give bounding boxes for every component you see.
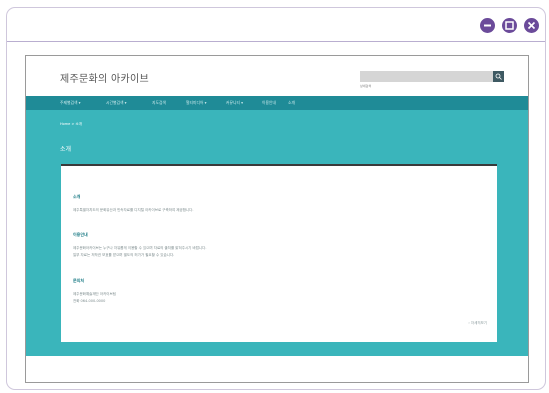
close-button[interactable]	[524, 18, 539, 33]
section-body: 전화 064-000-0000	[73, 299, 106, 303]
minimize-button[interactable]	[480, 18, 495, 33]
section-body: 일부 자료는 저작권 보호를 받으며 별도의 허가가 필요할 수 있습니다.	[73, 253, 175, 257]
nav-item-time[interactable]: 시간별검색 ▾	[106, 100, 127, 106]
section-body: 제주문화아카이브는 누구나 자유롭게 이용할 수 있으며 자료의 출처를 밝혀주…	[73, 246, 207, 250]
search-input[interactable]	[360, 71, 493, 82]
section-title: 이용안내	[73, 232, 88, 237]
section-title: 문의처	[73, 278, 85, 283]
website-screenshot: 제주문화의 아카이브 상세검색 주제별검색 ▾ 시간별검색 ▾ 지도검색 멀티미…	[25, 55, 529, 383]
site-footer	[26, 356, 528, 382]
nav-item-guide[interactable]: 이용안내	[262, 100, 276, 106]
maximize-button[interactable]	[502, 18, 517, 33]
breadcrumb[interactable]: Home > 소개	[60, 122, 82, 127]
window-frame: 제주문화의 아카이브 상세검색 주제별검색 ▾ 시간별검색 ▾ 지도검색 멀티미…	[6, 7, 546, 390]
advanced-search-link[interactable]: 상세검색	[360, 84, 371, 88]
window-titlebar	[7, 8, 545, 42]
search-button[interactable]	[493, 71, 504, 82]
more-link[interactable]: › 자세히보기	[468, 321, 487, 326]
site-header: 제주문화의 아카이브 상세검색	[26, 56, 528, 96]
section-body: 제주문화예술재단 아카이브팀	[73, 292, 116, 296]
search-icon	[495, 73, 502, 80]
section-body: 제주특별자치도의 문화유산과 민속자료를 디지털 아카이브로 구축하여 제공합니…	[73, 208, 194, 212]
minimize-icon	[484, 24, 491, 27]
nav-item-multimedia[interactable]: 멀티미디어 ▾	[186, 100, 207, 106]
content-area: Home > 소개 소개 소개 제주특별자치도의 문화유산과 민속자료를 디지털…	[26, 110, 528, 356]
maximize-icon	[505, 21, 514, 30]
section-title: 소개	[73, 194, 81, 199]
nav-item-subject[interactable]: 주제별검색 ▾	[60, 100, 81, 106]
main-nav: 주제별검색 ▾ 시간별검색 ▾ 지도검색 멀티미디어 ▾ 커뮤니티 ▾ 이용안내…	[26, 96, 528, 110]
close-icon	[527, 21, 536, 30]
nav-item-community[interactable]: 커뮤니티 ▾	[226, 100, 243, 106]
nav-item-about[interactable]: 소개	[288, 100, 295, 106]
page-title: 소개	[60, 146, 72, 153]
site-title[interactable]: 제주문화의 아카이브	[60, 70, 149, 85]
nav-item-map[interactable]: 지도검색	[152, 100, 166, 106]
content-card: 소개 제주특별자치도의 문화유산과 민속자료를 디지털 아카이브로 구축하여 제…	[61, 164, 497, 342]
